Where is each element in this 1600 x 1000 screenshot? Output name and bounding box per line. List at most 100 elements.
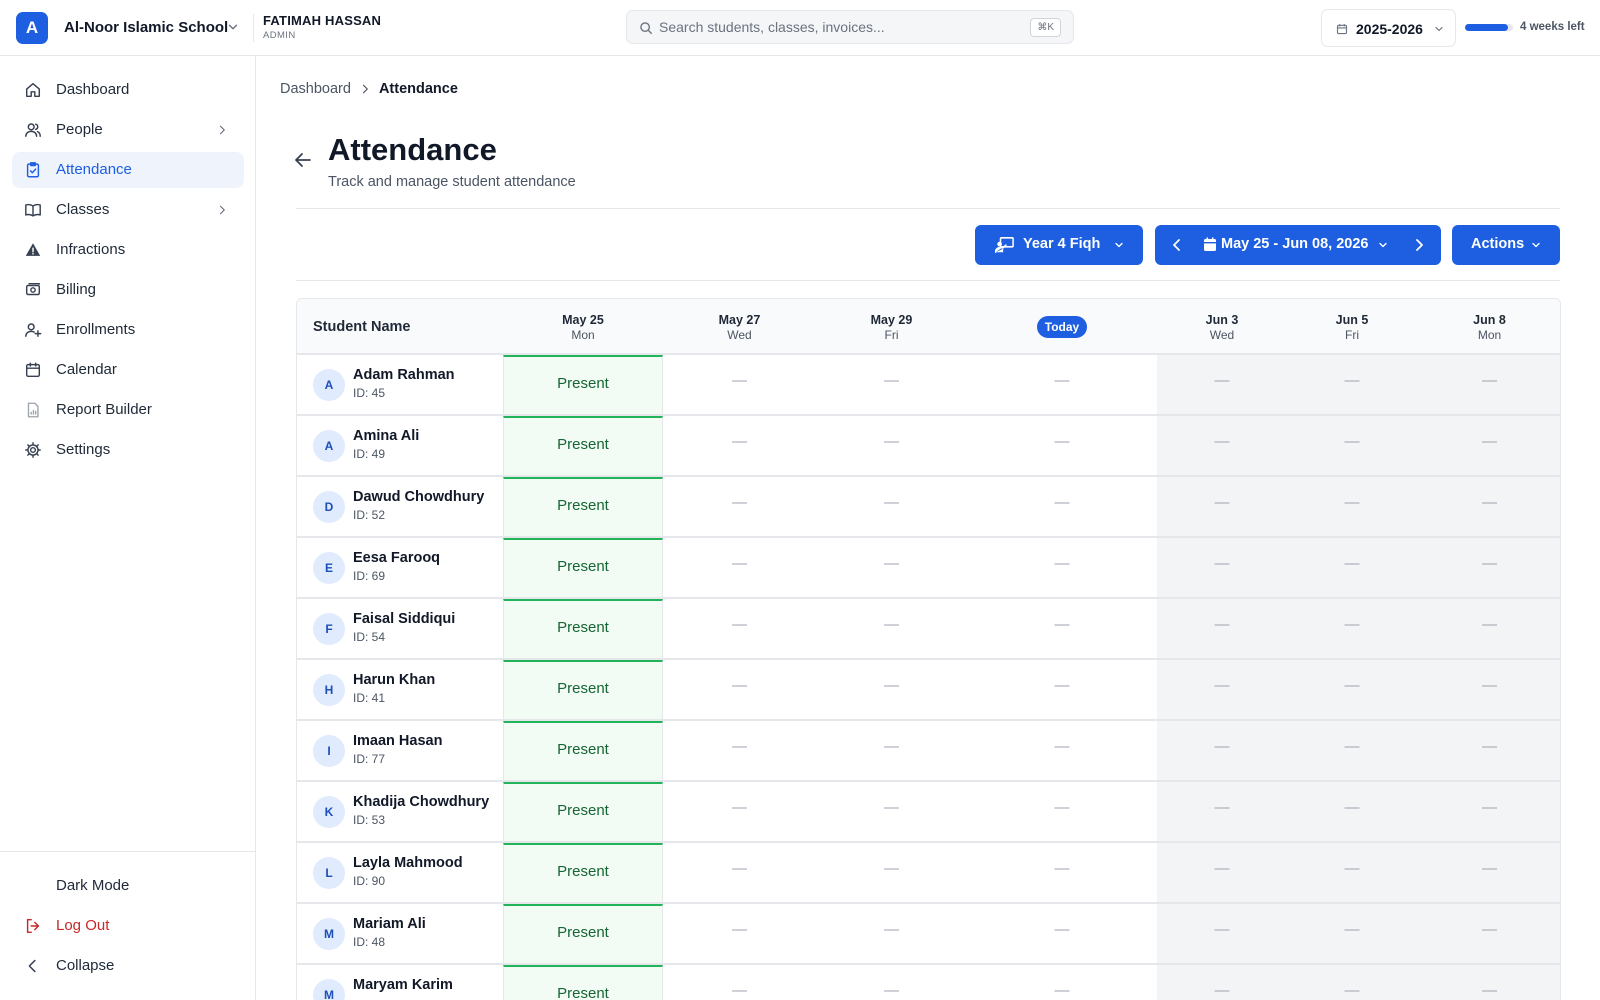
org-name[interactable]: Al-Noor Islamic School — [64, 19, 228, 36]
student-cell[interactable]: H Harun Khan ID: 41 — [297, 660, 503, 719]
attendance-cell-empty[interactable]: — — [1417, 660, 1560, 719]
attendance-cell-empty[interactable]: — — [1157, 538, 1287, 597]
attendance-cell-empty[interactable]: — — [816, 721, 967, 780]
attendance-cell-empty[interactable]: — — [1157, 904, 1287, 963]
student-cell[interactable]: L Layla Mahmood ID: 90 — [297, 843, 503, 902]
column-header-student-name[interactable]: Student Name — [297, 299, 503, 355]
attendance-cell-empty[interactable]: — — [1157, 355, 1287, 414]
attendance-cell-empty[interactable]: — — [816, 904, 967, 963]
attendance-cell-present[interactable]: Present — [503, 782, 663, 841]
actions-button[interactable]: Actions — [1452, 225, 1560, 265]
attendance-cell-empty[interactable]: — — [816, 416, 967, 475]
attendance-cell-present[interactable]: Present — [503, 965, 663, 1000]
attendance-cell-empty[interactable]: — — [967, 599, 1157, 658]
attendance-cell-empty[interactable]: — — [663, 843, 816, 902]
attendance-cell-empty[interactable]: — — [967, 538, 1157, 597]
attendance-cell-empty[interactable]: — — [663, 721, 816, 780]
search-input[interactable] — [659, 11, 1009, 43]
collapse-sidebar-button[interactable]: Collapse — [12, 948, 244, 984]
sidebar-item-dashboard[interactable]: Dashboard — [12, 72, 244, 108]
student-cell[interactable]: A Amina Ali ID: 49 — [297, 416, 503, 475]
attendance-cell-empty[interactable]: — — [967, 721, 1157, 780]
sidebar-item-enrollments[interactable]: Enrollments — [12, 312, 244, 348]
attendance-cell-empty[interactable]: — — [1417, 843, 1560, 902]
attendance-cell-present[interactable]: Present — [503, 721, 663, 780]
attendance-cell-empty[interactable]: — — [1157, 843, 1287, 902]
attendance-cell-empty[interactable]: — — [1157, 965, 1287, 1000]
breadcrumb-link-dashboard[interactable]: Dashboard — [280, 81, 351, 97]
attendance-cell-empty[interactable]: — — [1157, 721, 1287, 780]
attendance-cell-present[interactable]: Present — [503, 660, 663, 719]
attendance-cell-empty[interactable]: — — [1157, 660, 1287, 719]
attendance-cell-empty[interactable]: — — [967, 843, 1157, 902]
attendance-cell-empty[interactable]: — — [1417, 416, 1560, 475]
sidebar-item-report-builder[interactable]: Report Builder — [12, 392, 244, 428]
attendance-cell-empty[interactable]: — — [816, 660, 967, 719]
sidebar-item-attendance[interactable]: Attendance — [12, 152, 244, 188]
attendance-cell-empty[interactable]: — — [663, 965, 816, 1000]
back-arrow-icon[interactable] — [293, 150, 313, 170]
attendance-cell-empty[interactable]: — — [1417, 721, 1560, 780]
attendance-cell-empty[interactable]: — — [816, 965, 967, 1000]
attendance-cell-empty[interactable]: — — [663, 599, 816, 658]
chevron-down-icon[interactable] — [1377, 239, 1389, 251]
dark-mode-toggle[interactable]: Dark Mode — [12, 868, 244, 904]
student-cell[interactable]: K Khadija Chowdhury ID: 53 — [297, 782, 503, 841]
attendance-cell-empty[interactable]: — — [967, 660, 1157, 719]
attendance-cell-empty[interactable]: — — [1417, 538, 1560, 597]
attendance-cell-empty[interactable]: — — [967, 355, 1157, 414]
sidebar-item-billing[interactable]: Billing — [12, 272, 244, 308]
attendance-cell-empty[interactable]: — — [663, 782, 816, 841]
attendance-cell-empty[interactable]: — — [1157, 599, 1287, 658]
attendance-cell-empty[interactable]: — — [816, 843, 967, 902]
attendance-cell-empty[interactable]: — — [1287, 904, 1417, 963]
attendance-cell-empty[interactable]: — — [663, 355, 816, 414]
attendance-cell-present[interactable]: Present — [503, 416, 663, 475]
student-cell[interactable]: F Faisal Siddiqui ID: 54 — [297, 599, 503, 658]
column-header-day[interactable]: Today — [967, 299, 1157, 355]
class-select-button[interactable]: Year 4 Fiqh — [975, 225, 1143, 265]
logout-button[interactable]: Log Out — [12, 908, 244, 944]
attendance-cell-empty[interactable]: — — [967, 477, 1157, 536]
attendance-cell-present[interactable]: Present — [503, 477, 663, 536]
column-header-day[interactable]: May 27 Wed — [663, 299, 816, 355]
sidebar-item-calendar[interactable]: Calendar — [12, 352, 244, 388]
attendance-cell-empty[interactable]: — — [1417, 782, 1560, 841]
student-cell[interactable]: M Mariam Ali ID: 48 — [297, 904, 503, 963]
attendance-cell-empty[interactable]: — — [1417, 965, 1560, 1000]
attendance-cell-empty[interactable]: — — [663, 538, 816, 597]
student-cell[interactable]: D Dawud Chowdhury ID: 52 — [297, 477, 503, 536]
column-header-day[interactable]: Jun 8 Mon — [1417, 299, 1560, 355]
attendance-cell-empty[interactable]: — — [1287, 355, 1417, 414]
org-logo[interactable]: A — [16, 12, 48, 44]
attendance-cell-empty[interactable]: — — [663, 477, 816, 536]
column-header-day[interactable]: Jun 5 Fri — [1287, 299, 1417, 355]
attendance-cell-empty[interactable]: — — [816, 599, 967, 658]
sidebar-item-infractions[interactable]: Infractions — [12, 232, 244, 268]
attendance-cell-empty[interactable]: — — [1287, 721, 1417, 780]
attendance-cell-present[interactable]: Present — [503, 904, 663, 963]
sidebar-item-classes[interactable]: Classes — [12, 192, 244, 228]
attendance-cell-empty[interactable]: — — [816, 477, 967, 536]
attendance-cell-empty[interactable]: — — [663, 904, 816, 963]
attendance-cell-empty[interactable]: — — [967, 416, 1157, 475]
attendance-cell-empty[interactable]: — — [816, 538, 967, 597]
attendance-cell-empty[interactable]: — — [1157, 416, 1287, 475]
date-range-label[interactable]: May 25 - Jun 08, 2026 — [1221, 236, 1369, 252]
column-header-day[interactable]: Jun 3 Wed — [1157, 299, 1287, 355]
attendance-cell-empty[interactable]: — — [1157, 477, 1287, 536]
sidebar-item-people[interactable]: People — [12, 112, 244, 148]
attendance-cell-empty[interactable]: — — [1417, 904, 1560, 963]
student-cell[interactable]: E Eesa Farooq ID: 69 — [297, 538, 503, 597]
attendance-cell-empty[interactable]: — — [1287, 538, 1417, 597]
attendance-cell-empty[interactable]: — — [1287, 477, 1417, 536]
student-cell[interactable]: I Imaan Hasan ID: 77 — [297, 721, 503, 780]
attendance-cell-present[interactable]: Present — [503, 843, 663, 902]
attendance-cell-empty[interactable]: — — [967, 904, 1157, 963]
attendance-cell-empty[interactable]: — — [1287, 416, 1417, 475]
attendance-cell-empty[interactable]: — — [663, 660, 816, 719]
academic-year-select[interactable]: 2025-2026 — [1321, 9, 1456, 47]
global-search[interactable]: ⌘K — [626, 10, 1074, 44]
sidebar-item-settings[interactable]: Settings — [12, 432, 244, 468]
chevron-left-icon[interactable] — [1169, 237, 1185, 253]
